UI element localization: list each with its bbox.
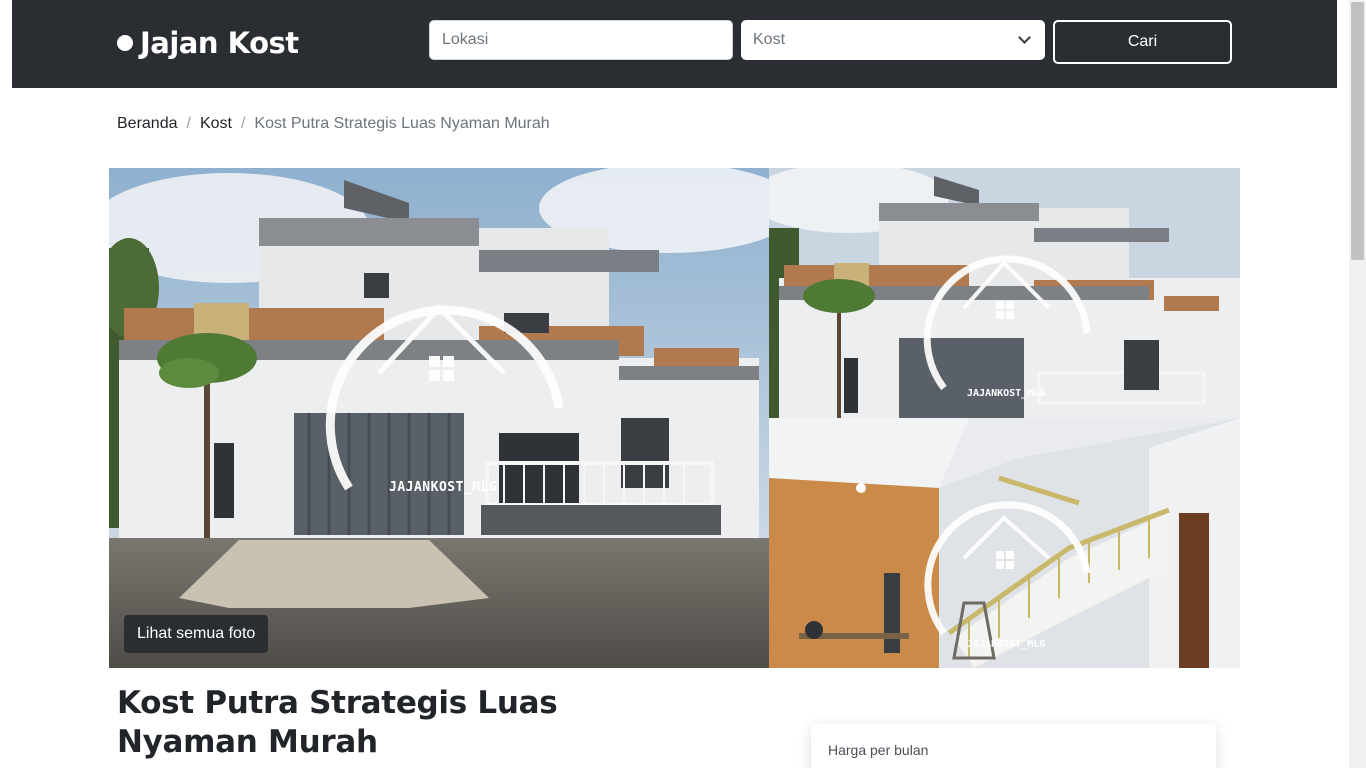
location-input[interactable]	[429, 20, 733, 60]
scrollbar-thumb[interactable]	[1351, 2, 1364, 260]
main-photo[interactable]: JAJANKOST_MLG	[109, 168, 769, 668]
brand-name: Jajan Kost	[140, 26, 299, 60]
gallery-photo-2[interactable]: JAJANKOST_MLG	[769, 168, 1240, 418]
brand-dot-icon	[117, 35, 133, 51]
type-select[interactable]: Kost	[741, 20, 1045, 60]
interior-stairs-image	[769, 418, 1240, 668]
watermark-text: JAJANKOST_MLG	[967, 388, 1046, 399]
breadcrumb-kost[interactable]: Kost	[200, 114, 232, 134]
price-label: Harga per bulan	[828, 742, 929, 758]
brand-logo[interactable]: Jajan Kost	[117, 26, 299, 60]
listing-title: Kost Putra Strategis Luas Nyaman Murah	[117, 685, 558, 760]
breadcrumb-home[interactable]: Beranda	[117, 114, 178, 134]
view-all-photos-button[interactable]: Lihat semua foto	[124, 615, 269, 653]
top-navbar: Jajan Kost Kost Cari	[12, 0, 1337, 88]
type-select-value: Kost	[753, 31, 786, 48]
watermark-text: JAJANKOST_MLG	[967, 639, 1046, 650]
house-exterior-image	[769, 168, 1240, 418]
gallery-photo-3[interactable]: JAJANKOST_MLG	[769, 418, 1240, 668]
house-exterior-image	[109, 168, 769, 668]
watermark-text: JAJANKOST_MLG	[389, 480, 498, 495]
price-card: Harga per bulan	[811, 724, 1216, 768]
breadcrumb: Beranda / Kost / Kost Putra Strategis Lu…	[117, 114, 550, 134]
breadcrumb-separator: /	[186, 115, 191, 132]
chevron-down-icon	[1018, 31, 1031, 44]
search-button[interactable]: Cari	[1053, 20, 1232, 64]
breadcrumb-separator: /	[240, 115, 246, 132]
breadcrumb-current: Kost Putra Strategis Luas Nyaman Murah	[254, 115, 550, 132]
